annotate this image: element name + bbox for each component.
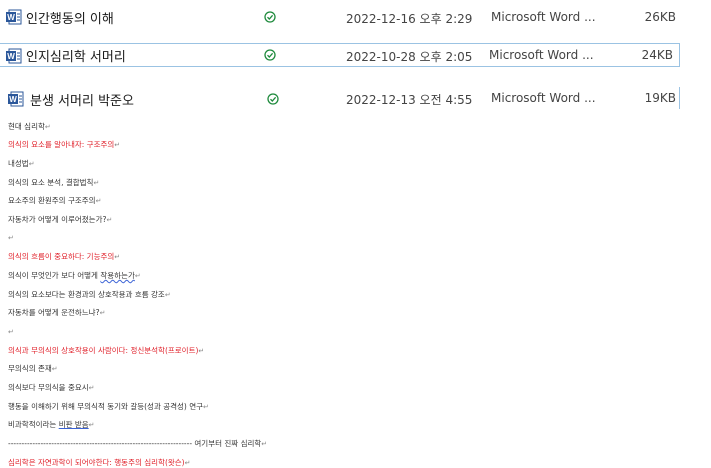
doc-heading-line: 의식과 무의식의 상호작용이 사람이다: 정신분석학(프로이트)↵: [8, 346, 205, 355]
file-row[interactable]: W 분생 서머리 박준오 2022-12-13 오전 4:55 Microsof…: [0, 85, 680, 111]
row-divider: [679, 87, 680, 109]
doc-empty-line: ↵: [8, 234, 14, 242]
doc-line: 의식의 요소 분석, 결합법칙↵: [8, 178, 100, 187]
doc-line: 요소주의 환원주의 구조주의↵: [8, 196, 102, 205]
file-size: 19KB: [644, 91, 676, 105]
doc-line: 자동차를 어떻게 운전하느냐?↵: [8, 308, 106, 317]
doc-heading-line: 심리학은 자연과학이 되어야한다: 행동주의 심리학(왓슨)↵: [8, 458, 191, 467]
file-size: 26KB: [644, 10, 676, 24]
svg-text:W: W: [7, 13, 15, 22]
svg-text:W: W: [7, 52, 15, 61]
synced-check-icon: [264, 49, 276, 61]
file-name[interactable]: 인지심리학 서머리: [26, 46, 126, 65]
doc-line: 현대 심리학↵: [8, 122, 51, 131]
doc-line: 행동을 이해하기 위해 무의식적 동기와 갈등(성과 공격성) 연구↵: [8, 402, 209, 411]
doc-line: 의식의 요소보다는 환경과의 상호작용과 흐름 강조↵: [8, 290, 171, 299]
file-name[interactable]: 인간행동의 이해: [26, 8, 114, 27]
doc-line: 의식보다 무의식을 중요시↵: [8, 383, 95, 392]
svg-text:W: W: [9, 95, 17, 104]
doc-separator-line: ----------------------------------------…: [8, 439, 268, 448]
file-date: 2022-12-13 오전 4:55: [346, 93, 473, 107]
file-date: 2022-10-28 오후 2:05: [346, 50, 473, 64]
spellcheck-mark[interactable]: 비판 받음: [59, 420, 89, 429]
synced-check-icon: [264, 11, 276, 23]
doc-heading-line: 의식의 요소를 알아내자: 구조주의↵: [8, 140, 121, 149]
doc-heading-line: 의식의 흐름이 중요하다: 기능주의↵: [8, 252, 121, 261]
file-row-selected[interactable]: W 인지심리학 서머리 2022-10-28 오후 2:05 Microsoft…: [0, 43, 680, 67]
word-doc-icon: W: [6, 9, 22, 25]
word-doc-icon: W: [6, 48, 22, 64]
doc-line: 자동차가 어떻게 이루어졌는가?↵: [8, 215, 113, 224]
doc-empty-line: ↵: [8, 328, 14, 336]
spellcheck-mark[interactable]: 작용하는가: [100, 271, 135, 280]
file-size: 24KB: [641, 48, 673, 62]
doc-line: 의식이 무엇인가 보다 어떻게 작용하는가↵: [8, 271, 141, 280]
doc-line: 내성법↵: [8, 159, 35, 168]
file-type: Microsoft Word ...: [491, 10, 596, 24]
doc-line: 비과학적이라는 비판 받음↵: [8, 420, 95, 429]
file-row[interactable]: W 인간행동의 이해 2022-12-16 오후 2:29 Microsoft …: [0, 5, 680, 31]
file-type: Microsoft Word ...: [491, 91, 596, 105]
file-type: Microsoft Word ...: [489, 48, 594, 62]
file-name[interactable]: 분생 서머리 박준오: [30, 90, 134, 109]
word-doc-icon: W: [8, 91, 24, 107]
synced-check-icon: [267, 93, 279, 105]
doc-line: 무의식의 존재↵: [8, 364, 58, 373]
file-date: 2022-12-16 오후 2:29: [346, 12, 473, 26]
